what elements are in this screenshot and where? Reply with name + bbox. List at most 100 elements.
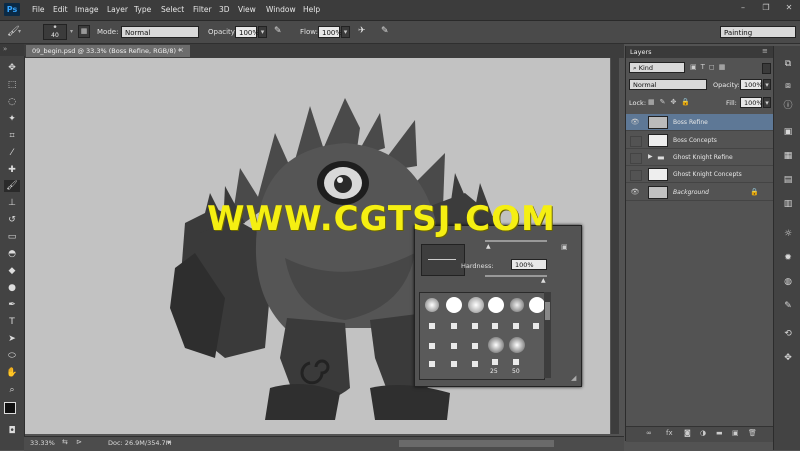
size-slider-handle-icon[interactable]: ▲ xyxy=(486,243,491,250)
menu-select[interactable]: Select xyxy=(161,5,184,14)
menu-edit[interactable]: Edit xyxy=(53,5,68,14)
paths-icon[interactable]: ▤ xyxy=(782,174,794,186)
menu-filter[interactable]: Filter xyxy=(193,5,212,14)
eyedropper-icon[interactable]: ⁄ xyxy=(6,147,18,159)
layer-row-ghost-knight-concepts[interactable]: Ghost Knight Concepts xyxy=(626,166,773,183)
menu-window[interactable]: Window xyxy=(266,5,296,14)
shape-tool-icon[interactable]: ⬭ xyxy=(6,350,18,362)
new-preset-icon[interactable]: ▣ xyxy=(561,243,568,251)
layer-row-ghost-knight-refine[interactable]: ▶ ▬ Ghost Knight Refine xyxy=(626,149,773,166)
mode-select[interactable]: Normal xyxy=(121,26,199,38)
brush-tip-grid[interactable]: 25 50 xyxy=(419,292,545,380)
airbrush-icon[interactable]: ✈ xyxy=(358,26,366,36)
hand-tool-icon[interactable]: ✋ xyxy=(6,367,18,379)
hardness-input[interactable]: 100% xyxy=(511,259,547,270)
trash-icon[interactable]: 🗑 xyxy=(748,429,757,437)
brush-tip[interactable] xyxy=(533,323,539,329)
brush-tip[interactable] xyxy=(513,359,519,365)
layer-opacity-dropdown-icon[interactable]: ▾ xyxy=(763,79,771,90)
workspace-select[interactable]: Painting xyxy=(720,26,796,38)
brush-tip[interactable] xyxy=(429,323,435,329)
add-mask-icon[interactable]: ◙ xyxy=(684,429,691,437)
styles-icon[interactable]: ✹ xyxy=(782,252,794,264)
color-icon[interactable]: ◍ xyxy=(782,276,794,288)
history-brush-icon[interactable]: ↺ xyxy=(6,214,18,226)
menu-file[interactable]: File xyxy=(32,5,45,14)
close-tab-icon[interactable]: × xyxy=(178,46,184,54)
navigator-icon[interactable]: ▥ xyxy=(782,198,794,210)
swatches-icon[interactable]: ⧈ xyxy=(782,80,794,92)
brush-tip[interactable] xyxy=(529,297,545,313)
close-icon[interactable]: ✕ xyxy=(783,3,795,13)
resize-grip-icon[interactable]: ◢ xyxy=(571,374,576,382)
eye-icon[interactable]: 👁 xyxy=(630,118,640,127)
visibility-toggle[interactable] xyxy=(630,153,642,164)
dodge-tool-icon[interactable]: ● xyxy=(6,282,18,294)
brush-picker-arrow-icon[interactable]: ▾ xyxy=(70,28,73,35)
brush-tip[interactable] xyxy=(488,297,504,313)
menu-3d[interactable]: 3D xyxy=(219,5,230,14)
layers-tab[interactable]: Layers xyxy=(630,48,652,56)
pressure-size-icon[interactable]: ✎ xyxy=(381,26,389,36)
type-tool-icon[interactable]: T xyxy=(6,316,18,328)
tool-preset-arrow-icon[interactable]: ▾ xyxy=(18,28,21,35)
canvas-vertical-scrollbar[interactable] xyxy=(611,58,619,434)
foreground-color-swatch[interactable] xyxy=(4,402,16,414)
menu-image[interactable]: Image xyxy=(75,5,99,14)
new-layer-icon[interactable]: ▣ xyxy=(732,429,739,437)
fill-input[interactable]: 100% xyxy=(740,97,763,108)
brush-tip[interactable] xyxy=(488,337,504,353)
restore-icon[interactable]: ❐ xyxy=(760,3,772,13)
blend-mode-select[interactable]: Normal xyxy=(629,79,707,90)
blur-tool-icon[interactable]: ◆ xyxy=(6,265,18,277)
panel-menu-icon[interactable]: ≡ xyxy=(762,47,768,55)
layer-style-icon[interactable]: fx xyxy=(666,429,673,437)
history-icon[interactable]: ⧉ xyxy=(782,58,794,70)
filter-toggle[interactable] xyxy=(762,63,771,74)
new-group-icon[interactable]: ▬ xyxy=(716,429,723,437)
brush-tip[interactable] xyxy=(509,337,525,353)
minimize-icon[interactable]: – xyxy=(737,3,749,13)
move-tool-icon[interactable]: ✥ xyxy=(6,62,18,74)
paint-bucket-icon[interactable]: ◓ xyxy=(6,248,18,260)
brush-tip[interactable] xyxy=(510,298,524,312)
brush-panel-icon[interactable]: ✎ xyxy=(782,300,794,312)
channels-icon[interactable]: ▣ xyxy=(782,126,794,138)
path-selection-icon[interactable]: ➤ xyxy=(6,333,18,345)
opacity-dropdown-icon[interactable]: ▾ xyxy=(258,26,267,38)
eraser-tool-icon[interactable]: ▭ xyxy=(6,231,18,243)
actions-icon[interactable]: ⟲ xyxy=(782,328,794,340)
layer-row-background[interactable]: 👁 Background 🔒 xyxy=(626,184,773,201)
hardness-slider-track[interactable] xyxy=(485,275,547,277)
brush-tip[interactable] xyxy=(472,361,478,367)
document-tab[interactable]: 09_begin.psd @ 33.3% (Boss Refine, RGB/8… xyxy=(26,45,190,57)
adjustments-icon[interactable]: ☼ xyxy=(782,228,794,240)
flow-dropdown-icon[interactable]: ▾ xyxy=(341,26,350,38)
opacity-input[interactable]: 100% xyxy=(235,26,259,38)
status-menu-icon[interactable]: ▸ xyxy=(168,438,172,446)
clone-stamp-icon[interactable]: ⊥ xyxy=(6,197,18,209)
menu-type[interactable]: Type xyxy=(134,5,151,14)
brush-preset-picker[interactable]: • 40 xyxy=(43,24,67,40)
info-icon[interactable]: ⓘ xyxy=(782,100,794,112)
crop-tool-icon[interactable]: ⌗ xyxy=(6,130,18,142)
lock-icons[interactable]: ▦✎✥🔒 xyxy=(648,98,695,106)
brush-tip[interactable] xyxy=(429,343,435,349)
collapse-icon[interactable]: » xyxy=(3,45,7,53)
brush-tip[interactable] xyxy=(468,297,484,313)
brush-tip[interactable] xyxy=(513,323,519,329)
layer-opacity-input[interactable]: 100% xyxy=(740,79,763,90)
brush-grid-scrollbar[interactable] xyxy=(544,292,551,378)
grid-icon[interactable]: ▦ xyxy=(782,150,794,162)
zoom-tool-icon[interactable]: ⌕ xyxy=(6,384,18,396)
export-icon[interactable]: ⇆ xyxy=(62,438,68,446)
menu-layer[interactable]: Layer xyxy=(107,5,128,14)
marquee-tool-icon[interactable]: ⬚ xyxy=(6,79,18,91)
filter-icons[interactable]: ▣T◻▦ xyxy=(690,63,729,71)
brush-tip[interactable] xyxy=(451,361,457,367)
visibility-toggle[interactable] xyxy=(630,170,642,181)
brush-tool-icon[interactable]: 🖌 xyxy=(4,180,20,192)
magic-wand-icon[interactable]: ✦ xyxy=(6,113,18,125)
brush-tip[interactable] xyxy=(451,343,457,349)
status-arrow-icon[interactable]: ⊳ xyxy=(76,438,82,446)
